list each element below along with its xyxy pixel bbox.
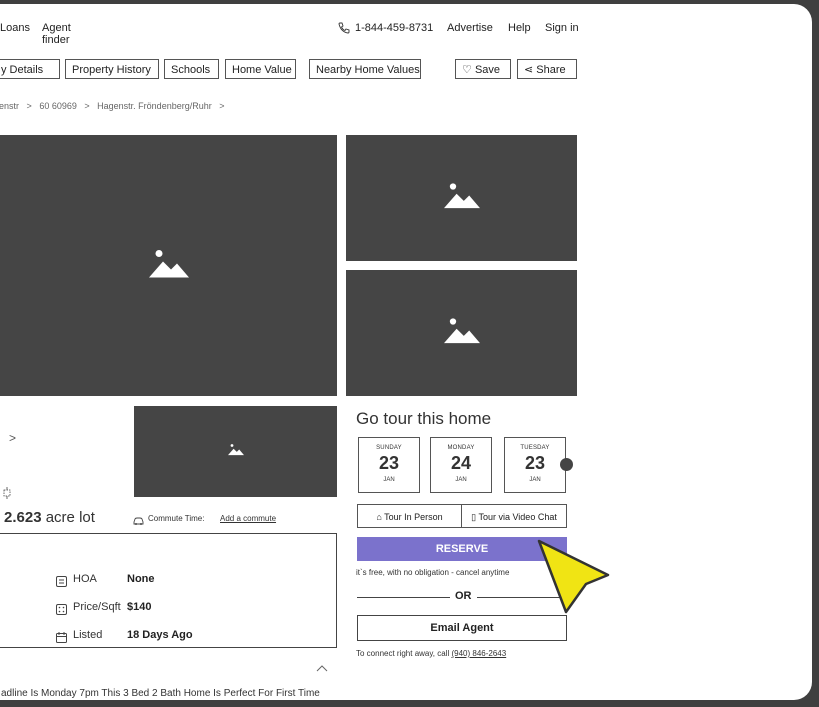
listed-label: Listed bbox=[73, 629, 103, 641]
tour-in-person-label: Tour In Person bbox=[384, 512, 443, 522]
browser-viewport: Loans Agent finder 1-844-459-8731 Advert… bbox=[0, 4, 812, 700]
nav-agent-label: Agent bbox=[42, 22, 71, 34]
day-name: TUESDAY bbox=[520, 445, 550, 451]
map-thumbnail[interactable] bbox=[134, 406, 337, 497]
save-button[interactable]: ♡ Save bbox=[455, 59, 511, 79]
calendar-icon bbox=[56, 630, 67, 648]
add-commute-link[interactable]: Add a commute bbox=[220, 514, 276, 523]
tab-schools[interactable]: Schools bbox=[164, 59, 219, 79]
lot-size-icon bbox=[1, 486, 13, 504]
side-photo-top[interactable] bbox=[346, 135, 577, 261]
tour-video-chat-button[interactable]: ▯ Tour via Video Chat bbox=[461, 504, 567, 528]
hoa-icon bbox=[56, 574, 67, 592]
lot-size-value: 2.623 bbox=[4, 509, 42, 526]
nav-help[interactable]: Help bbox=[508, 22, 531, 34]
share-label: Share bbox=[536, 64, 566, 76]
call-number-link[interactable]: (940) 846-2643 bbox=[451, 649, 506, 658]
price-sqft-label: Price/Sqft bbox=[73, 601, 121, 613]
image-placeholder-icon bbox=[443, 316, 480, 351]
day-date: 23 bbox=[378, 453, 400, 473]
home-icon: ⌂ bbox=[376, 512, 382, 522]
tour-day-card[interactable]: TUESDAY 23 JAN bbox=[504, 437, 566, 493]
tour-day-card[interactable]: SUNDAY 23 JAN bbox=[358, 437, 420, 493]
tab-home-value[interactable]: Home Value bbox=[225, 59, 296, 79]
day-month: JAN bbox=[455, 477, 467, 483]
car-icon bbox=[133, 513, 144, 531]
next-day-dot[interactable] bbox=[560, 458, 573, 471]
day-name: MONDAY bbox=[447, 445, 475, 451]
listed-value: 18 Days Ago bbox=[127, 629, 193, 641]
tour-title: Go tour this home bbox=[356, 409, 492, 428]
breadcrumb-item[interactable]: enstr bbox=[0, 101, 19, 111]
nav-loans[interactable]: Loans bbox=[0, 22, 30, 34]
chevron-up-icon[interactable] bbox=[316, 661, 328, 675]
chevron-right-icon: > bbox=[219, 101, 225, 111]
image-placeholder-icon bbox=[227, 443, 244, 461]
main-photo[interactable] bbox=[0, 135, 337, 396]
tab-property-details[interactable]: y Details bbox=[0, 59, 60, 79]
mouse-cursor-icon bbox=[537, 539, 610, 614]
email-agent-button[interactable]: Email Agent bbox=[357, 615, 567, 641]
listing-description: adline Is Monday 7pm This 3 Bed 2 Bath H… bbox=[1, 688, 320, 699]
free-note: it`s free, with no obligation - cancel a… bbox=[356, 568, 510, 577]
lot-size-unit: acre lot bbox=[45, 509, 95, 526]
breadcrumb-item[interactable]: Hagenstr. Fröndenberg/Ruhr bbox=[97, 101, 212, 111]
side-photo-bottom[interactable] bbox=[346, 270, 577, 396]
save-label: Save bbox=[474, 64, 501, 76]
nav-sign-in[interactable]: Sign in bbox=[545, 22, 579, 34]
call-note: To connect right away, call (940) 846-26… bbox=[356, 649, 506, 658]
lot-size: 2.623 acre lot bbox=[4, 509, 95, 526]
call-prefix: To connect right away, call bbox=[356, 649, 450, 658]
heart-icon: ♡ bbox=[462, 64, 472, 76]
hoa-value: None bbox=[127, 573, 155, 585]
hoa-label: HOA bbox=[73, 573, 97, 585]
share-button[interactable]: ⋖ Share bbox=[517, 59, 577, 79]
image-placeholder-icon bbox=[148, 247, 189, 284]
tour-day-card[interactable]: MONDAY 24 JAN bbox=[430, 437, 492, 493]
nav-agent-finder[interactable]: Agent finder bbox=[42, 22, 71, 46]
day-name: SUNDAY bbox=[376, 445, 402, 451]
chevron-right-icon: > bbox=[84, 101, 90, 111]
image-placeholder-icon bbox=[443, 181, 480, 216]
day-date: 24 bbox=[450, 453, 472, 473]
share-icon: ⋖ bbox=[524, 64, 534, 76]
breadcrumb: enstr > 60 60969 > Hagenstr. Fröndenberg… bbox=[0, 101, 230, 111]
or-label: OR bbox=[450, 590, 477, 602]
commute-label: Commute Time: bbox=[148, 514, 205, 523]
phone-icon bbox=[338, 21, 350, 39]
breadcrumb-item[interactable]: 60 60969 bbox=[39, 101, 77, 111]
tab-nearby-home-values[interactable]: Nearby Home Values bbox=[309, 59, 421, 79]
price-sqft-icon bbox=[56, 602, 67, 620]
chevron-right-icon[interactable]: > bbox=[9, 431, 16, 445]
chevron-right-icon: > bbox=[26, 101, 32, 111]
phone-device-icon: ▯ bbox=[471, 512, 477, 522]
day-month: JAN bbox=[383, 477, 395, 483]
tab-property-history[interactable]: Property History bbox=[65, 59, 159, 79]
day-month: JAN bbox=[529, 477, 541, 483]
tour-in-person-button[interactable]: ⌂ Tour In Person bbox=[357, 504, 462, 528]
nav-advertise[interactable]: Advertise bbox=[447, 22, 493, 34]
phone-number[interactable]: 1-844-459-8731 bbox=[355, 22, 433, 34]
details-table: HOA None Price/Sqft $140 Listed 18 Days … bbox=[0, 533, 337, 648]
price-sqft-value: $140 bbox=[127, 601, 152, 613]
tour-video-label: Tour via Video Chat bbox=[478, 512, 557, 522]
day-date: 23 bbox=[524, 453, 546, 473]
nav-finder-label: finder bbox=[42, 34, 70, 46]
